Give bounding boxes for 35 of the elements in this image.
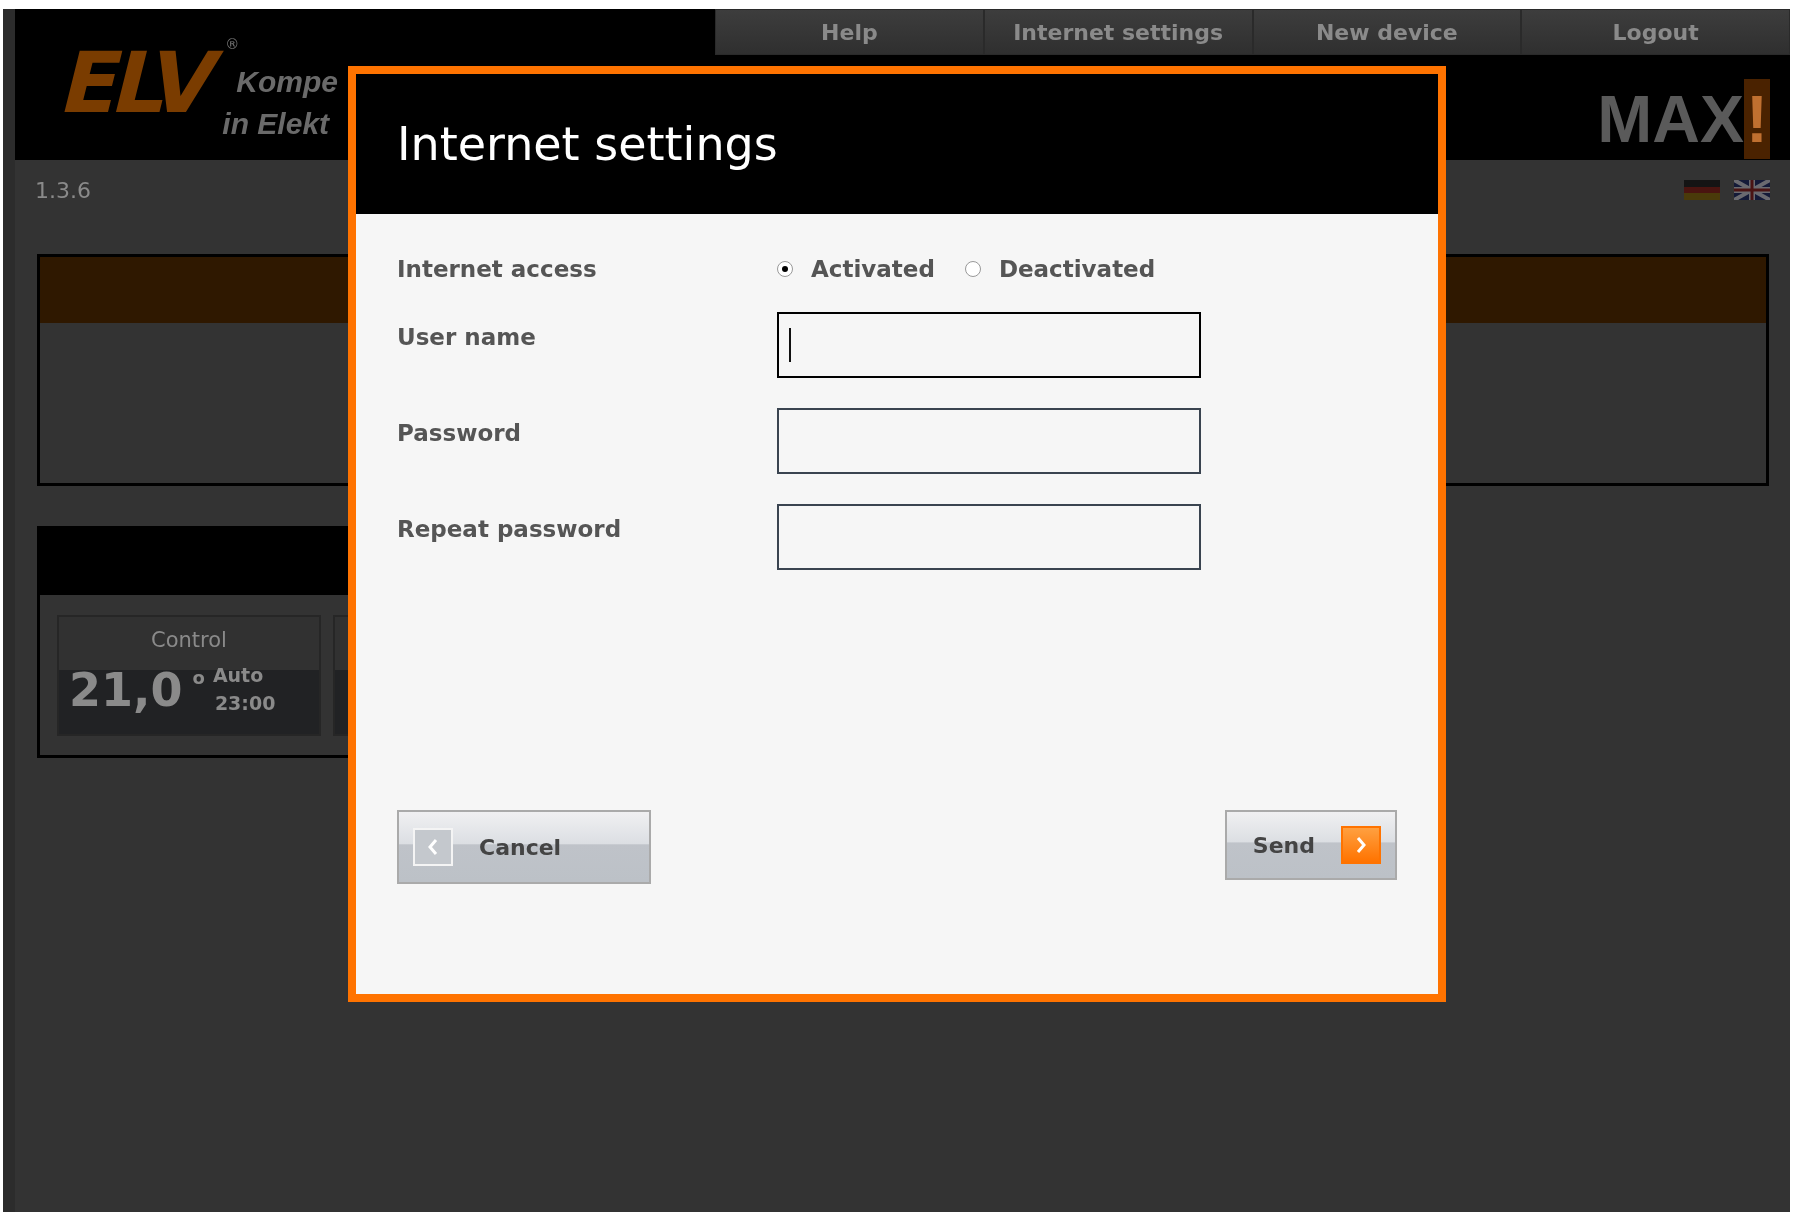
radio-button[interactable] [777, 261, 793, 277]
registered-mark: ® [224, 35, 241, 53]
input-field[interactable] [777, 312, 1201, 378]
dialog-title: Internet settings [397, 117, 778, 171]
uk-flag-icon [1734, 180, 1770, 200]
password-field[interactable] [777, 504, 1201, 570]
time-label: 23:00 [214, 691, 276, 716]
nav-tab[interactable]: New device [1252, 9, 1522, 55]
nav-tab[interactable]: Logout [1521, 9, 1790, 55]
field-label: Password [397, 420, 522, 446]
degree-sign: o [192, 667, 205, 689]
password-field[interactable] [777, 408, 1201, 474]
german-flag-icon [1684, 180, 1720, 200]
field-label: Repeat password [397, 516, 623, 542]
field-label: Internet access [397, 256, 598, 282]
room-tile[interactable]: Control 21,0 o Auto 23:00 [57, 615, 321, 736]
radio-option[interactable]: Activated [777, 256, 935, 282]
nav-tab[interactable]: Help [715, 9, 984, 55]
nav-tab[interactable]: Internet settings [983, 9, 1253, 55]
elv-logo: ELV [50, 43, 223, 123]
radio-button[interactable] [964, 261, 981, 277]
mode-label: Auto [212, 663, 265, 688]
text-cursor [789, 328, 791, 362]
send-button[interactable]: Send [1225, 810, 1397, 880]
temperature-value: 21,0 [69, 662, 183, 719]
tile-title: Control [151, 627, 227, 653]
version-label: 1.3.6 [35, 177, 91, 203]
max-logo: MAX! [1597, 79, 1770, 159]
field-label: User name [397, 324, 537, 350]
radio-option[interactable]: Deactivated [964, 256, 1156, 282]
chevron-left-icon [413, 828, 453, 866]
chevron-right-icon [1341, 826, 1381, 864]
tagline-text: in Elekt [222, 107, 331, 142]
cancel-button[interactable]: Cancel [397, 810, 651, 884]
tagline-text: Kompe [236, 64, 339, 100]
